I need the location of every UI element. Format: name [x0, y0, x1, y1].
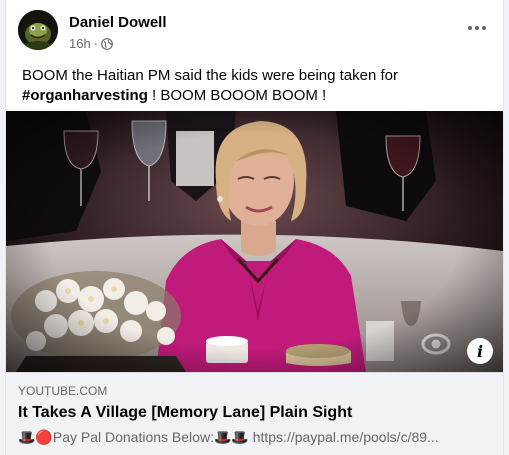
hashtag-link[interactable]: #organharvesting	[22, 87, 148, 104]
more-horizontal-icon[interactable]	[463, 16, 491, 40]
post-meta: 16h ·	[69, 36, 113, 51]
link-description: 🎩🔴Pay Pal Donations Below:🎩🎩 https://pay…	[18, 429, 439, 445]
meta-separator: ·	[93, 36, 99, 51]
timestamp[interactable]: 16h	[69, 36, 91, 51]
post-text: BOOM the Haitian PM said the kids were b…	[22, 66, 487, 106]
post-text-after: ! BOOM BOOOM BOOM !	[147, 87, 327, 104]
video-thumbnail[interactable]: i	[6, 111, 503, 372]
link-preview[interactable]: YOUTUBE.COM It Takes A Village [Memory L…	[6, 372, 503, 455]
avatar[interactable]	[18, 10, 58, 50]
post-text-before: BOOM the Haitian PM said the kids were b…	[22, 67, 399, 84]
author-name[interactable]: Daniel Dowell	[69, 14, 167, 31]
feed-post: Daniel Dowell 16h · BOOM the Haitian PM …	[5, 0, 504, 455]
video-thumbnail-image	[6, 111, 503, 372]
avatar-image	[18, 10, 58, 50]
globe-icon[interactable]	[101, 37, 113, 50]
post-header: Daniel Dowell 16h ·	[18, 10, 491, 54]
link-title[interactable]: It Takes A Village [Memory Lane] Plain S…	[18, 404, 352, 422]
info-icon[interactable]: i	[467, 338, 493, 364]
link-domain: YOUTUBE.COM	[18, 384, 108, 398]
